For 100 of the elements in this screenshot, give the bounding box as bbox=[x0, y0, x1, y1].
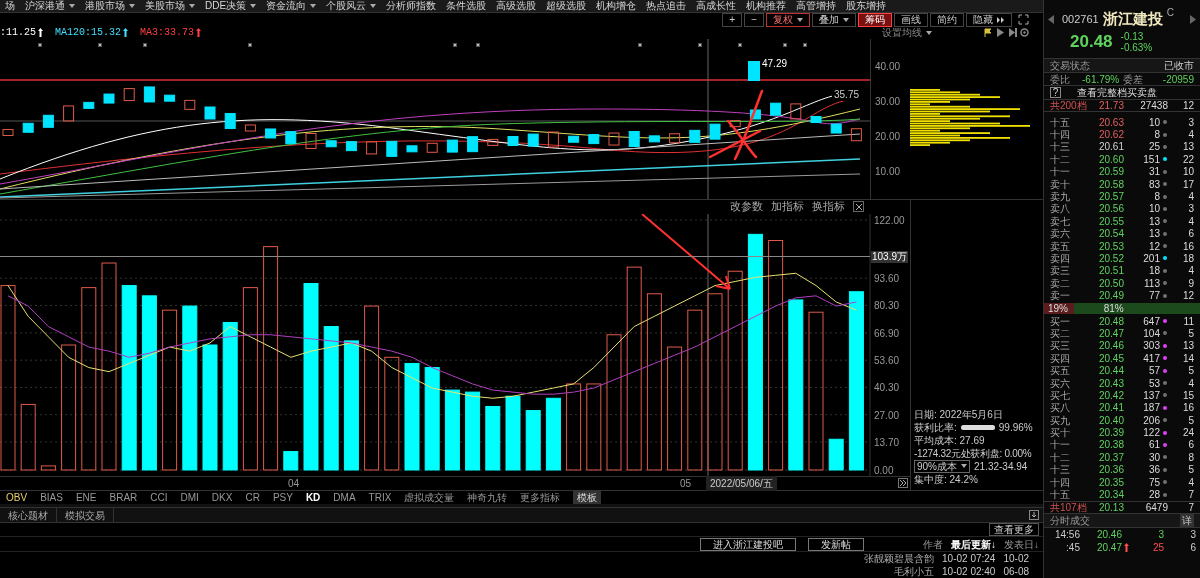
order-price: 20.60 bbox=[1097, 152, 1124, 167]
price-change: -0.13 bbox=[1120, 31, 1145, 42]
order-price: 20.38 bbox=[1097, 438, 1124, 453]
order-level-label: 十三 bbox=[1050, 463, 1071, 478]
order-volume: 8 bbox=[1153, 128, 1160, 142]
order-volume: 75 bbox=[1147, 475, 1160, 490]
order-count: 4 bbox=[1187, 214, 1194, 229]
order-price: 20.43 bbox=[1097, 376, 1124, 391]
order-count: 4 bbox=[1187, 376, 1194, 391]
order-volume: 10 bbox=[1147, 202, 1160, 217]
order-volume: 53 bbox=[1147, 376, 1160, 391]
order-count: 4 bbox=[1187, 264, 1194, 279]
order-price: 20.56 bbox=[1097, 202, 1124, 217]
crosshair-value-label: 103.9万 bbox=[871, 250, 909, 263]
profit-ratio-label: 获利比率: bbox=[914, 420, 957, 434]
order-count: 3 bbox=[1187, 115, 1194, 130]
order-level-label: 卖八 bbox=[1050, 202, 1071, 216]
order-volume: 83 bbox=[1147, 177, 1160, 192]
order-price: 20.41 bbox=[1097, 401, 1124, 416]
order-price: 20.40 bbox=[1097, 413, 1124, 428]
order-level-label: 十四 bbox=[1050, 475, 1071, 490]
order-price: 20.63 bbox=[1097, 115, 1124, 130]
tick-volume: 3 bbox=[1157, 527, 1164, 542]
order-count: 8 bbox=[1187, 450, 1194, 465]
profit-ratio-value: 99.96% bbox=[998, 420, 1033, 434]
price-axis-label: 10.00 bbox=[874, 164, 902, 179]
moving-average-legend: :11.25 bbox=[0, 25, 36, 41]
volume-axis-label: 0.00 bbox=[874, 464, 894, 476]
order-volume: 104 bbox=[1142, 326, 1160, 341]
order-level-label: 十二 bbox=[1050, 450, 1071, 465]
order-price: 20.51 bbox=[1097, 264, 1124, 279]
order-volume: 187 bbox=[1142, 401, 1160, 416]
order-level-label: 卖四 bbox=[1050, 252, 1071, 266]
order-count: 7 bbox=[1187, 488, 1194, 503]
price-axis-label: 40.00 bbox=[874, 59, 902, 74]
stock-code: 002761 bbox=[1062, 11, 1099, 27]
order-price: 20.52 bbox=[1097, 252, 1124, 266]
order-volume: 28 bbox=[1147, 488, 1160, 503]
tick-time: :45 bbox=[1065, 540, 1081, 555]
order-volume: 12 bbox=[1147, 239, 1160, 254]
order-level-label: 卖九 bbox=[1050, 190, 1071, 204]
tick-volume: 25 bbox=[1151, 540, 1164, 555]
month-label: 04 bbox=[288, 476, 300, 491]
order-volume: 201 bbox=[1142, 252, 1160, 266]
order-level-label: 买五 bbox=[1050, 364, 1071, 378]
stock-name: 浙江建投 bbox=[1102, 8, 1163, 29]
moving-average-legend: MA3:33.73 bbox=[140, 25, 195, 41]
order-count: 4 bbox=[1187, 128, 1194, 142]
volume-axis-label: 13.70 bbox=[874, 436, 900, 448]
order-level-label: 卖二 bbox=[1050, 276, 1071, 291]
order-price: 20.57 bbox=[1097, 190, 1124, 204]
order-volume: 10 bbox=[1147, 115, 1160, 130]
order-ratio: -61.79% bbox=[1082, 72, 1120, 87]
order-level-label: 买六 bbox=[1050, 376, 1071, 390]
order-count: 9 bbox=[1187, 276, 1194, 291]
order-level-label: 十四 bbox=[1050, 128, 1071, 142]
order-level-label: 卖六 bbox=[1050, 227, 1071, 242]
order-count: 18 bbox=[1181, 252, 1194, 266]
average-cost: 平均成本: 27.69 bbox=[914, 433, 986, 447]
post-updated: 10-02 02:40 bbox=[942, 565, 996, 578]
order-volume: 303 bbox=[1142, 339, 1160, 354]
order-level-label: 十三 bbox=[1050, 140, 1071, 155]
order-price: 20.44 bbox=[1097, 364, 1124, 379]
order-count: 5 bbox=[1187, 326, 1194, 341]
order-count: 6 bbox=[1187, 227, 1194, 242]
order-level-label: 买四 bbox=[1050, 351, 1071, 366]
price-axis-label: 20.00 bbox=[874, 129, 902, 144]
order-count: 13 bbox=[1181, 339, 1194, 354]
tick-price: 20.46 bbox=[1095, 527, 1122, 542]
sell-ratio-fill: 19% bbox=[1044, 302, 1074, 314]
order-volume: 206 bbox=[1142, 413, 1160, 428]
order-volume: 417 bbox=[1142, 351, 1160, 366]
total-count: 7 bbox=[1187, 500, 1194, 515]
order-price: 20.58 bbox=[1097, 177, 1124, 192]
post-date: 06-08 bbox=[1003, 565, 1029, 578]
post-author: 张靓颖碧晨含韵 bbox=[864, 552, 935, 566]
volume-axis-label: 27.00 bbox=[874, 409, 900, 421]
order-volume: 647 bbox=[1142, 314, 1160, 329]
chip-date: 日期: 2022年5月6日 bbox=[914, 407, 1004, 421]
order-count: 4 bbox=[1187, 475, 1194, 490]
last-price-label: 35.75 bbox=[834, 88, 860, 100]
order-price: 20.39 bbox=[1097, 426, 1124, 440]
volume-axis-label: 66.90 bbox=[874, 327, 900, 339]
tick-price: 20.47 bbox=[1095, 540, 1122, 555]
order-count: 14 bbox=[1181, 351, 1194, 366]
order-level-label: 卖三 bbox=[1050, 264, 1071, 279]
order-count: 15 bbox=[1181, 388, 1194, 403]
order-level-label: 十五 bbox=[1050, 115, 1071, 130]
order-volume: 13 bbox=[1147, 214, 1160, 229]
order-price: 20.48 bbox=[1097, 314, 1124, 329]
order-price: 20.54 bbox=[1097, 227, 1124, 242]
order-price: 20.36 bbox=[1097, 463, 1124, 478]
trade-status-label: 交易状态 bbox=[1050, 59, 1090, 73]
order-count: 5 bbox=[1187, 463, 1194, 478]
order-level-label: 卖十 bbox=[1050, 177, 1071, 192]
volume-axis-label: 93.60 bbox=[874, 272, 900, 284]
order-level-label: 卖五 bbox=[1050, 239, 1071, 254]
order-count: 12 bbox=[1181, 289, 1194, 304]
order-diff-label: 委差 bbox=[1123, 72, 1144, 87]
order-level-label: 买三 bbox=[1050, 339, 1071, 354]
